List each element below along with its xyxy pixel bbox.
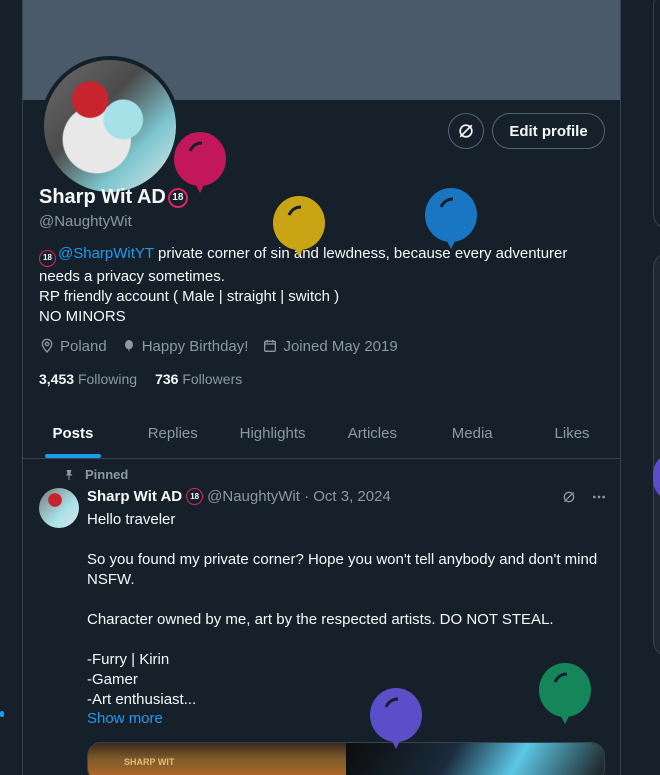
- post-media[interactable]: SHARP WIT: [87, 742, 605, 775]
- bio-mention-link[interactable]: @SharpWitYT: [58, 245, 154, 262]
- right-card-bottom: [653, 252, 660, 657]
- profile-name-row: Sharp Wit AD 18: [39, 186, 188, 209]
- location-item: Poland: [39, 337, 107, 355]
- following-link[interactable]: 3,453 Following: [39, 371, 137, 387]
- profile-handle: @NaughtyWit: [39, 213, 132, 230]
- pin-icon: [65, 469, 73, 480]
- bio-line2: RP friendly account ( Male | straight | …: [39, 287, 340, 305]
- edit-profile-button[interactable]: Edit profile: [492, 113, 605, 149]
- profile-avatar[interactable]: [40, 56, 180, 196]
- profile-tabs: Posts Replies Highlights Articles Media …: [23, 408, 620, 459]
- birthday-text: Happy Birthday!: [141, 337, 249, 355]
- tab-posts[interactable]: Posts: [23, 408, 123, 458]
- joined-text: Joined May 2019: [283, 337, 398, 355]
- bio-line3: NO MINORS: [39, 307, 126, 325]
- joined-item: Joined May 2019: [262, 337, 398, 355]
- post-header: Sharp Wit AD 18 @NaughtyWit · Oct 3, 202…: [87, 488, 391, 505]
- balloon-decoration-blue: [425, 188, 477, 249]
- tab-media[interactable]: Media: [422, 408, 522, 458]
- post-author-name[interactable]: Sharp Wit AD: [87, 488, 182, 505]
- post-actions: [561, 489, 607, 505]
- left-nav-gutter: [0, 0, 22, 775]
- tab-articles[interactable]: Articles: [322, 408, 422, 458]
- post-age-badge: 18: [186, 488, 204, 505]
- tab-highlights[interactable]: Highlights: [223, 408, 323, 458]
- grok-icon[interactable]: [561, 489, 577, 505]
- balloon-decoration-purple: [370, 688, 422, 749]
- pinned-label: Pinned: [85, 467, 129, 482]
- more-options-icon[interactable]: [591, 489, 607, 505]
- balloon-decoration-green: [539, 663, 591, 724]
- left-scroll-indicator: [0, 711, 4, 717]
- media-caption: SHARP WIT: [124, 757, 175, 767]
- tab-likes[interactable]: Likes: [522, 408, 620, 458]
- following-label: Following: [77, 371, 138, 387]
- pinned-indicator: Pinned: [63, 467, 128, 482]
- right-sidebar: [621, 0, 660, 775]
- grok-analyze-button[interactable]: [448, 113, 484, 149]
- display-name: Sharp Wit AD: [39, 186, 166, 208]
- avatar-image: [40, 56, 180, 196]
- post-author-avatar[interactable]: [39, 488, 79, 528]
- post-body: Hello traveler So you found my private c…: [87, 511, 598, 708]
- balloon-icon: [124, 340, 133, 352]
- media-image-1[interactable]: SHARP WIT: [88, 743, 346, 775]
- show-more-link[interactable]: Show more: [87, 710, 163, 727]
- followers-label: Followers: [182, 371, 243, 387]
- right-card-top: [653, 0, 660, 230]
- calendar-icon: [264, 340, 277, 352]
- tab-replies[interactable]: Replies: [123, 408, 223, 458]
- location-text: Poland: [60, 337, 107, 355]
- following-count: 3,453: [39, 371, 75, 387]
- followers-count: 736: [155, 371, 179, 387]
- post-meta[interactable]: @NaughtyWit · Oct 3, 2024: [207, 488, 391, 505]
- profile-meta-row: Poland Happy Birthday! Joined May 2019: [39, 337, 398, 355]
- birthday-item: Happy Birthday!: [121, 337, 249, 355]
- follow-stats: 3,453 Following 736 Followers: [39, 371, 242, 387]
- profile-column: Edit profile Sharp Wit AD 18 @NaughtyWit…: [22, 0, 621, 775]
- balloon-decoration-pink: [174, 132, 226, 193]
- location-pin-icon: [41, 338, 53, 353]
- age-18-badge-small: 18: [39, 249, 56, 267]
- followers-link[interactable]: 736 Followers: [155, 371, 242, 387]
- balloon-decoration-yellow: [273, 196, 325, 257]
- grok-icon: [459, 124, 473, 138]
